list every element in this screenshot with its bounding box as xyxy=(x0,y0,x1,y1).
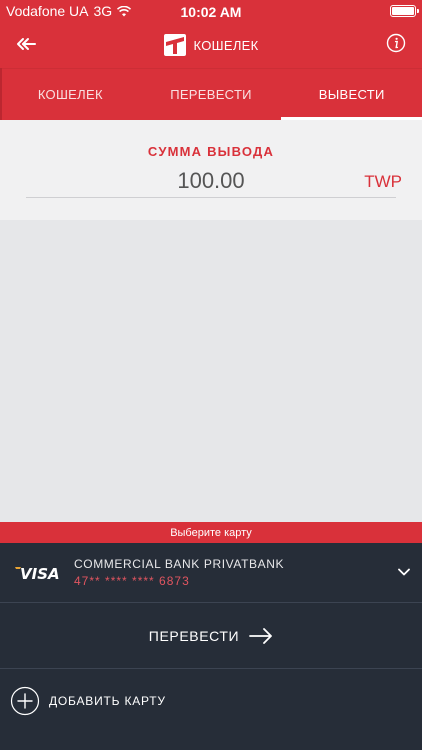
choose-card-label: Выберите карту xyxy=(170,526,252,539)
card-selector[interactable]: VISA COMMERCIAL BANK PRIVATBANK 47** ***… xyxy=(0,543,422,603)
bottom-panel: VISA COMMERCIAL BANK PRIVATBANK 47** ***… xyxy=(0,543,422,750)
card-brand: VISA xyxy=(20,565,60,582)
arrow-right-icon xyxy=(249,627,273,644)
amount-label: СУММА ВЫВОДА xyxy=(147,144,275,159)
network-type: 3G xyxy=(93,3,113,19)
tab-transfer[interactable]: ПЕРЕВЕСТИ xyxy=(141,68,282,120)
top-header: Vodafone UA 3G 10:02 AM КОШЕЛЕК КОШЕЛЕК … xyxy=(0,0,422,120)
amount-panel: СУММА ВЫВОДА 100.00 TWP xyxy=(0,120,422,220)
tab-wallet[interactable]: КОШЕЛЕК xyxy=(0,68,141,120)
nav-bar: КОШЕЛЕК xyxy=(0,22,422,68)
battery-icon xyxy=(390,5,419,17)
page-title: КОШЕЛЕК xyxy=(193,37,259,53)
tab-withdraw[interactable]: ВЫВЕСТИ xyxy=(281,68,422,120)
transfer-button[interactable]: ПЕРЕВЕСТИ xyxy=(0,603,422,669)
app-logo-icon xyxy=(163,34,186,56)
info-icon[interactable] xyxy=(386,33,406,53)
card-number: 47** **** **** 6873 xyxy=(74,574,190,588)
chevron-down-icon xyxy=(398,568,410,576)
status-bar: Vodafone UA 3G 10:02 AM xyxy=(0,0,422,22)
amount-input[interactable]: 100.00 xyxy=(0,168,422,194)
choose-card-bar: Выберите карту xyxy=(0,522,422,543)
back-double-chevron-icon[interactable] xyxy=(14,34,38,54)
add-card-button[interactable]: ДОБАВИТЬ КАРТУ xyxy=(0,669,422,733)
header-brand: КОШЕЛЕК xyxy=(163,34,259,56)
tab-bar: КОШЕЛЕК ПЕРЕВЕСТИ ВЫВЕСТИ xyxy=(0,68,422,120)
wifi-icon xyxy=(117,5,132,16)
carrier-name: Vodafone UA xyxy=(6,3,89,19)
card-bank-name: COMMERCIAL BANK PRIVATBANK xyxy=(74,557,285,571)
transfer-button-label: ПЕРЕВЕСТИ xyxy=(148,627,240,644)
visa-logo: VISA xyxy=(15,565,60,582)
add-card-label: ДОБАВИТЬ КАРТУ xyxy=(49,694,166,708)
currency-label: TWP xyxy=(364,172,402,191)
amount-underline xyxy=(26,197,396,198)
plus-circle-icon xyxy=(10,686,40,716)
